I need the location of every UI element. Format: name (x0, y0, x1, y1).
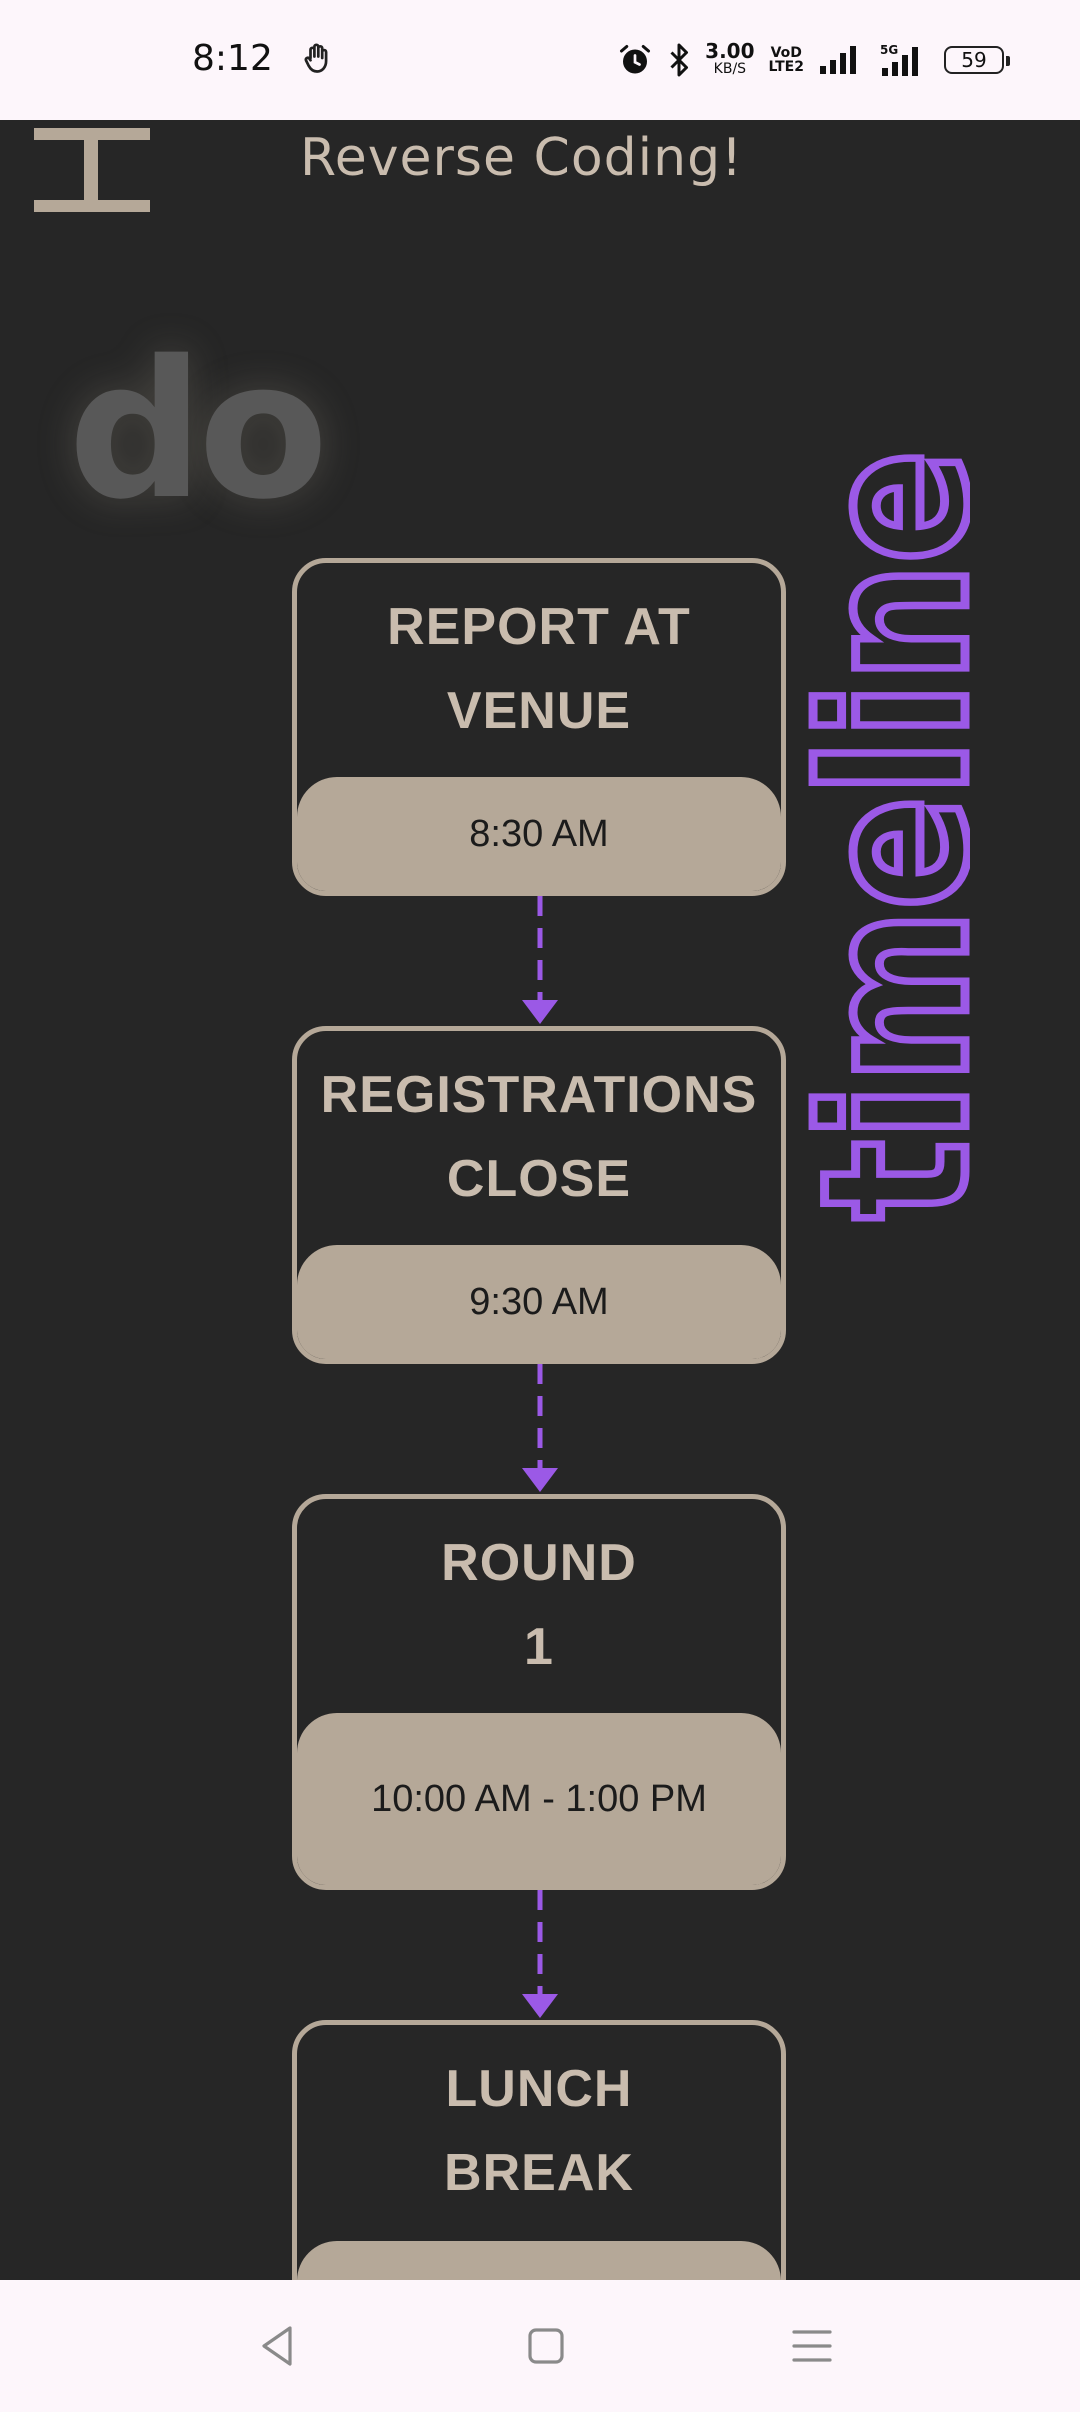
logo-icon[interactable] (34, 120, 150, 212)
home-icon[interactable] (520, 2320, 572, 2372)
menu-icon[interactable] (786, 2320, 838, 2372)
card-title-line1: ROUND (441, 1534, 637, 1592)
card-title-line1: REPORT AT (387, 598, 691, 656)
card-title-line2: BREAK (444, 2144, 634, 2202)
card-time: 10:00 AM - 1:00 PM (297, 1713, 781, 1885)
timeline-card-report: REPORT AT VENUE 8:30 AM (292, 558, 786, 896)
timeline-arrow-icon (522, 1890, 558, 2018)
card-time: 9:30 AM (297, 1245, 781, 1359)
volte-bottom: LTE2 (768, 59, 804, 75)
card-title: ROUND 1 (297, 1499, 781, 1689)
card-title-line1: LUNCH (445, 2060, 633, 2118)
alarm-icon (620, 45, 651, 74)
signal-icon (820, 46, 856, 74)
timeline-arrow-icon (522, 896, 558, 1024)
battery-level: 59 (961, 48, 987, 72)
volte-indicator: VoD LTE2 (769, 46, 804, 74)
status-bar: 8:12 3.00 KB/S VoD LTE2 5G 59 (0, 0, 1080, 120)
svg-text:5G: 5G (880, 43, 898, 57)
card-title-line1: REGISTRATIONS (320, 1066, 758, 1124)
card-time: 8:30 AM (297, 777, 781, 891)
network-speed: 3.00 KB/S (705, 41, 754, 78)
status-time: 8:12 (192, 38, 273, 79)
timeline-card-round-1: ROUND 1 10:00 AM - 1:00 PM (292, 1494, 786, 1890)
site-title: Reverse Coding! (300, 128, 743, 188)
timeline-card-registrations: REGISTRATIONS CLOSE 9:30 AM (292, 1026, 786, 1364)
card-title-line2: 1 (524, 1618, 554, 1676)
card-title: REPORT AT VENUE (297, 563, 781, 753)
timeline-arrow-icon (522, 1364, 558, 1492)
page-content: Reverse Coding! do timeline REPORT AT VE… (0, 120, 1080, 2280)
card-title: LUNCH BREAK (297, 2025, 781, 2215)
ghost-heading: do (68, 320, 329, 541)
back-icon[interactable] (252, 2320, 304, 2372)
card-title-line2: CLOSE (446, 1150, 632, 1208)
signal-5g-icon: 5G (880, 43, 918, 76)
battery-icon: 59 (944, 46, 1010, 74)
gesture-hand-icon (304, 43, 328, 73)
bluetooth-icon (670, 43, 689, 77)
card-time (297, 2241, 781, 2280)
status-icons: 3.00 KB/S VoD LTE2 5G 59 (617, 36, 1010, 84)
timeline-card-lunch: LUNCH BREAK (292, 2020, 786, 2280)
timeline-word: timeline (780, 450, 970, 1220)
card-title-line2: VENUE (446, 682, 632, 740)
card-title: REGISTRATIONS CLOSE (297, 1031, 781, 1221)
system-nav-bar (0, 2280, 1080, 2412)
volte-top: VoD (770, 45, 802, 61)
